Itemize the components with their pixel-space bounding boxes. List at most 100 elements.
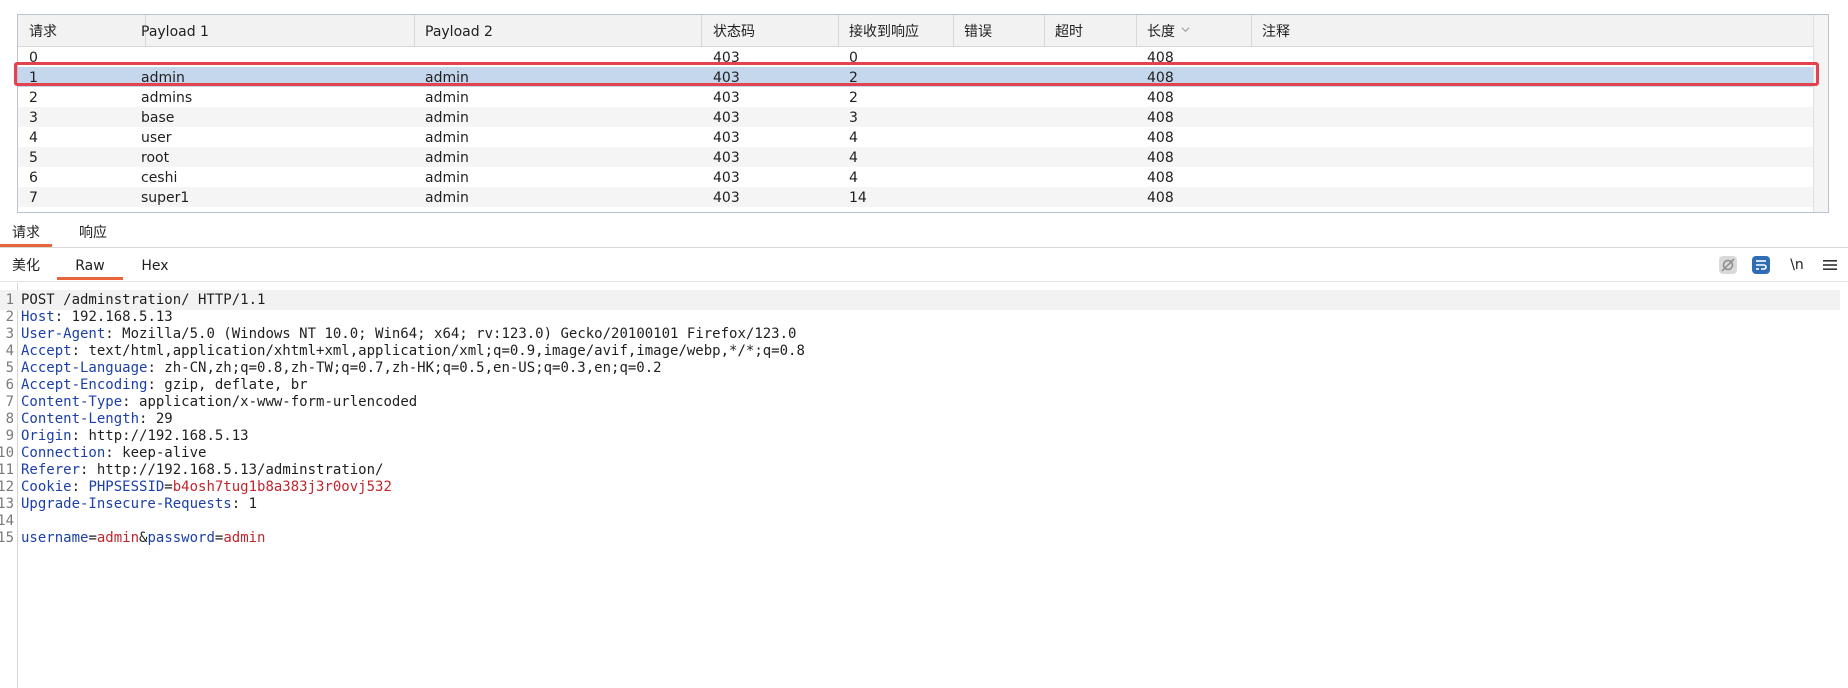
cell-payload1: base [141, 110, 175, 126]
header-name: Origin [21, 428, 72, 444]
header-separator: : [54, 309, 64, 325]
header-value: 192.168.5.13 [63, 309, 173, 325]
cell-received: 14 [849, 190, 867, 206]
cell-payload1: admins [141, 90, 193, 106]
word-wrap-icon[interactable] [1750, 254, 1772, 276]
cell-timeout [1044, 67, 1055, 87]
column-header-error[interactable]: 错误 [953, 15, 1045, 46]
line-content: username=admin&password=admin [21, 528, 266, 548]
header-name: Accept-Language [21, 360, 148, 376]
table-row[interactable]: 3 base admin 403 3 408 [18, 107, 1814, 127]
header-separator: : [105, 326, 114, 342]
raw-request-editor[interactable]: 1 POST /adminstration/ HTTP/1.1 2 Host: 192… [0, 283, 1848, 688]
cell-payload2: admin [425, 130, 469, 146]
cell-payload1: user [141, 130, 172, 146]
tab-response[interactable]: 响应 [67, 221, 119, 247]
cell-payload2: admin [425, 190, 469, 206]
cell-comment [1251, 87, 1262, 107]
cell-status: 403 [713, 170, 740, 186]
column-header-comment[interactable]: 注释 [1251, 15, 1814, 46]
cell-request: 6 [29, 170, 38, 186]
header-value: 29 [147, 411, 173, 427]
header-value: http://192.168.5.13 [80, 428, 249, 444]
intruder-results-table: 请求 Payload 1 Payload 2 状态码 接收到响应 错误 超时 长… [17, 14, 1829, 213]
cell-request: 1 [29, 70, 38, 86]
table-row[interactable]: 1 admin admin 403 2 408 [18, 67, 1814, 87]
cell-received: 3 [849, 110, 858, 126]
request-line-text: POST /adminstration/ HTTP/1.1 [21, 292, 266, 308]
cell-error [953, 187, 964, 207]
cell-error [953, 107, 964, 127]
cookie-name: PHPSESSID [88, 479, 165, 495]
cell-status: 403 [713, 110, 740, 126]
column-header-request[interactable]: 请求 [18, 15, 146, 46]
header-name: User-Agent [21, 326, 106, 342]
cell-timeout [1044, 167, 1055, 187]
cell-error [953, 167, 964, 187]
header-value: keep-alive [113, 445, 207, 461]
cell-error [953, 67, 964, 87]
cell-comment [1251, 47, 1262, 67]
column-header-payload1[interactable]: Payload 1 [130, 15, 415, 46]
cell-received: 2 [849, 90, 858, 106]
newline-label: \n [1790, 257, 1804, 273]
table-row[interactable]: 7 super1 admin 403 14 408 [18, 187, 1814, 207]
cell-error [953, 87, 964, 107]
table-row[interactable]: 0 403 0 408 [18, 47, 1814, 67]
hide-nonprinting-icon[interactable] [1717, 254, 1739, 276]
table-row[interactable]: 4 user admin 403 4 408 [18, 127, 1814, 147]
line-number: 15 [0, 530, 14, 546]
tab-pretty[interactable]: 美化 [0, 254, 52, 280]
cell-request: 3 [29, 110, 38, 126]
cell-payload1: super1 [141, 190, 190, 206]
newline-toggle-icon[interactable]: \n [1786, 254, 1808, 276]
cell-payload2: admin [425, 150, 469, 166]
column-header-timeout[interactable]: 超时 [1044, 15, 1137, 46]
cell-length: 408 [1147, 170, 1174, 186]
header-name: Connection [21, 445, 106, 461]
header-name: Referer [21, 462, 81, 478]
tab-raw[interactable]: Raw [57, 254, 123, 280]
cell-length: 408 [1147, 110, 1174, 126]
cell-status: 403 [713, 150, 740, 166]
header-name: Accept-Encoding [21, 377, 148, 393]
header-value: text/html,application/xhtml+xml,applicat… [80, 343, 805, 359]
cell-request: 0 [29, 50, 38, 66]
tab-hex[interactable]: Hex [130, 254, 180, 280]
cell-received: 4 [849, 150, 858, 166]
table-row[interactable]: 2 admins admin 403 2 408 [18, 87, 1814, 107]
cell-request: 2 [29, 90, 38, 106]
column-header-status[interactable]: 状态码 [702, 15, 839, 46]
request-line: 15 username=admin&password=admin [0, 528, 1848, 548]
header-value: zh-CN,zh;q=0.8,zh-TW;q=0.7,zh-HK;q=0.5,e… [155, 360, 662, 376]
cell-received: 2 [849, 70, 858, 86]
param-operator: = [88, 530, 97, 546]
cell-timeout [1044, 87, 1055, 107]
cell-status: 403 [713, 190, 740, 206]
cell-payload1: admin [141, 70, 185, 86]
cell-timeout [1044, 107, 1055, 127]
tab-request[interactable]: 请求 [0, 221, 52, 247]
table-header: 请求 Payload 1 Payload 2 状态码 接收到响应 错误 超时 长… [18, 15, 1814, 47]
column-header-payload2[interactable]: Payload 2 [414, 15, 702, 46]
header-value: Mozilla/5.0 (Windows NT 10.0; Win64; x64… [113, 326, 797, 342]
cell-comment [1251, 107, 1262, 127]
column-header-length[interactable]: 长度 [1136, 15, 1252, 46]
table-row[interactable]: 5 root admin 403 4 408 [18, 147, 1814, 167]
header-separator: : [71, 343, 81, 359]
cell-comment [1251, 167, 1262, 187]
header-name: Host [21, 309, 55, 325]
header-name: Cookie [21, 479, 72, 495]
menu-icon[interactable] [1819, 254, 1841, 276]
cell-length: 408 [1147, 130, 1174, 146]
column-header-received[interactable]: 接收到响应 [838, 15, 954, 46]
cell-timeout [1044, 127, 1055, 147]
table-body: 0 403 0 408 1 admin admin 403 2 408 2 admins admin 40… [18, 47, 1814, 207]
table-row[interactable]: 6 ceshi admin 403 4 408 [18, 167, 1814, 187]
cell-request: 7 [29, 190, 38, 206]
table-vertical-scrollbar[interactable] [1813, 15, 1828, 212]
header-name: Upgrade-Insecure-Requests [21, 496, 232, 512]
header-value: application/x-www-form-urlencoded [130, 394, 418, 410]
header-value: gzip, deflate, br [155, 377, 308, 393]
cell-length: 408 [1147, 150, 1174, 166]
